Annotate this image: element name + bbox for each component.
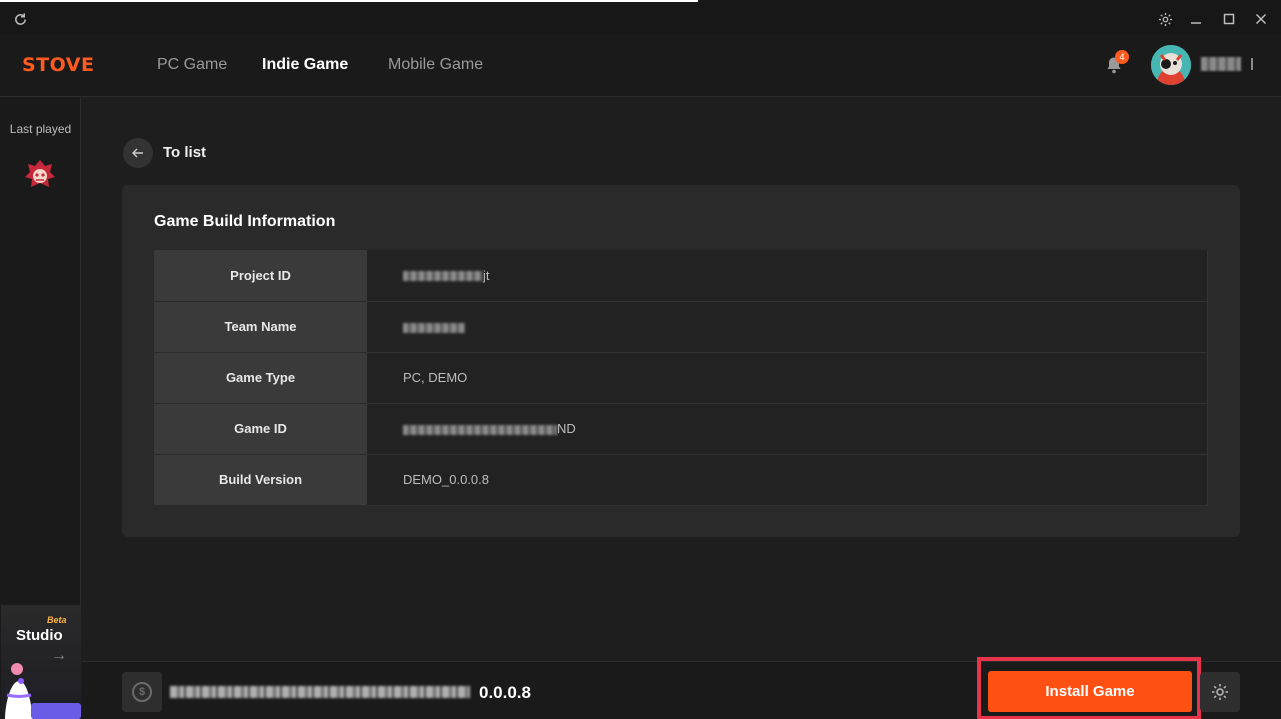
- settings-icon[interactable]: [1156, 10, 1174, 28]
- minimize-icon[interactable]: [1187, 10, 1205, 28]
- nav-pc-game[interactable]: PC Game: [157, 56, 227, 74]
- gear-icon: [1212, 684, 1228, 700]
- redacted-value: [403, 424, 557, 435]
- table-row: Game Type PC, DEMO: [154, 352, 1208, 404]
- nav-indie-game[interactable]: Indie Game: [262, 56, 348, 74]
- last-played-game-icon[interactable]: [22, 157, 58, 193]
- table-row: Game ID ND: [154, 403, 1208, 455]
- table-row: Build Version DEMO_0.0.0.8: [154, 454, 1208, 506]
- notification-badge: 4: [1115, 50, 1129, 64]
- top-navigation: STOVE PC Game Indie Game Mobile Game 4: [0, 34, 1281, 97]
- build-version-label: 0.0.0.8: [479, 683, 531, 702]
- build-info-table: Project ID jt Team Name Game Type PC, DE…: [154, 250, 1208, 506]
- redacted-value: [403, 322, 465, 333]
- studio-illustration-icon: [5, 663, 81, 719]
- username-redacted-tail: [1251, 58, 1253, 70]
- row-key-game-type: Game Type: [154, 352, 367, 404]
- close-icon[interactable]: [1252, 10, 1270, 28]
- username-redacted[interactable]: [1201, 57, 1241, 71]
- install-settings-button[interactable]: [1200, 672, 1240, 712]
- row-value-game-type: PC, DEMO: [367, 352, 1208, 404]
- maximize-icon[interactable]: [1220, 10, 1238, 28]
- row-key-game-id: Game ID: [154, 403, 367, 455]
- game-build-info-card: Game Build Information Project ID jt Tea…: [122, 185, 1240, 537]
- row-value-build-version: DEMO_0.0.0.8: [367, 454, 1208, 506]
- row-value-team-name: [367, 301, 1208, 353]
- row-key-team-name: Team Name: [154, 301, 367, 353]
- title-bar-edge: [698, 0, 1281, 2]
- user-avatar[interactable]: [1151, 45, 1191, 85]
- card-title: Game Build Information: [154, 213, 336, 230]
- bottom-action-bar: $ 0.0.0.8 Install Game: [82, 657, 1281, 719]
- studio-label: Studio: [16, 627, 63, 644]
- back-arrow-button[interactable]: [123, 138, 153, 168]
- stove-logo[interactable]: STOVE: [22, 54, 94, 76]
- refresh-icon[interactable]: [11, 10, 29, 28]
- last-played-label: Last played: [9, 122, 72, 136]
- studio-beta-label: Beta: [47, 615, 67, 625]
- title-bar: [0, 0, 1281, 34]
- row-key-build-version: Build Version: [154, 454, 367, 506]
- studio-promo-banner[interactable]: Beta Studio →: [1, 605, 81, 719]
- game-id-suffix: ND: [557, 421, 576, 436]
- row-key-project-id: Project ID: [154, 250, 367, 302]
- install-game-button[interactable]: Install Game: [988, 671, 1192, 712]
- sidebar: Last played Beta Studio →: [0, 97, 81, 719]
- to-list-link[interactable]: To list: [163, 144, 206, 161]
- redacted-value: [403, 271, 483, 282]
- build-name-redacted: [170, 686, 470, 698]
- row-value-project-id: jt: [367, 250, 1208, 302]
- table-row: Team Name: [154, 301, 1208, 353]
- coin-icon: $: [132, 682, 152, 702]
- project-id-suffix: jt: [483, 267, 490, 283]
- table-row: Project ID jt: [154, 250, 1208, 302]
- row-value-game-id: ND: [367, 403, 1208, 455]
- nav-mobile-game[interactable]: Mobile Game: [388, 56, 483, 74]
- coin-button[interactable]: $: [122, 672, 162, 712]
